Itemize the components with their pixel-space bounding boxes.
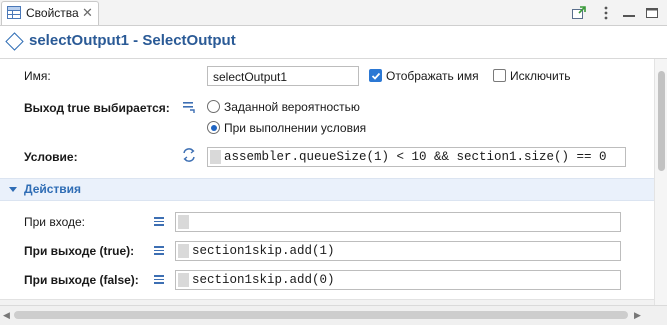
on-enter-code-field[interactable] bbox=[175, 212, 621, 232]
radio-condition-label: При выполнении условия bbox=[224, 121, 367, 135]
chevron-down-icon bbox=[9, 187, 17, 192]
on-exit-true-code: section1skip.add(1) bbox=[192, 244, 335, 258]
select-output-icon bbox=[5, 32, 24, 51]
on-enter-label: При входе: bbox=[24, 215, 85, 229]
on-exit-false-code: section1skip.add(0) bbox=[192, 273, 335, 287]
show-name-checkbox[interactable] bbox=[369, 69, 382, 82]
radio-probability[interactable] bbox=[207, 100, 220, 113]
on-exit-false-code-field[interactable]: section1skip.add(0) bbox=[175, 270, 621, 290]
vertical-scrollbar[interactable] bbox=[654, 59, 667, 305]
code-gutter bbox=[210, 150, 221, 164]
code-gutter bbox=[178, 244, 189, 258]
radio-probability-label: Заданной вероятностью bbox=[224, 100, 360, 114]
condition-code: assembler.queueSize(1) < 10 && section1.… bbox=[224, 150, 607, 164]
close-icon[interactable]: ✕ bbox=[82, 5, 93, 21]
tab-properties[interactable]: Свойства ✕ bbox=[1, 1, 99, 25]
actions-section-header[interactable]: Действия bbox=[0, 178, 654, 201]
code-parameter-icon bbox=[154, 246, 164, 256]
code-gutter bbox=[178, 215, 189, 229]
show-name-label: Отображать имя bbox=[386, 69, 479, 83]
exclude-checkbox[interactable] bbox=[493, 69, 506, 82]
pin-icon[interactable] bbox=[571, 5, 587, 21]
exclude-label: Исключить bbox=[510, 69, 571, 83]
on-exit-true-label: При выходе (true): bbox=[24, 244, 135, 258]
horizontal-scroll-thumb[interactable] bbox=[14, 311, 628, 319]
static-parameter-icon[interactable] bbox=[182, 100, 196, 114]
radio-condition[interactable] bbox=[207, 121, 220, 134]
minimize-icon[interactable] bbox=[621, 5, 637, 21]
name-label: Имя: bbox=[24, 69, 51, 83]
on-exit-true-code-field[interactable]: section1skip.add(1) bbox=[175, 241, 621, 261]
name-input-value: selectOutput1 bbox=[213, 70, 288, 84]
on-exit-false-label: При выходе (false): bbox=[24, 273, 139, 287]
horizontal-scrollbar[interactable]: ◀ ▶ bbox=[0, 305, 667, 325]
name-input[interactable]: selectOutput1 bbox=[207, 66, 359, 86]
tab-title: Свойства bbox=[26, 6, 79, 20]
dynamic-value-icon[interactable] bbox=[181, 147, 197, 163]
maximize-icon[interactable] bbox=[644, 5, 660, 21]
properties-header: selectOutput1 - SelectOutput bbox=[0, 26, 667, 59]
condition-label: Условие: bbox=[24, 150, 78, 164]
more-options-icon[interactable] bbox=[598, 5, 614, 21]
page-title: selectOutput1 - SelectOutput bbox=[29, 32, 236, 49]
code-parameter-icon bbox=[154, 217, 164, 227]
vertical-scroll-thumb[interactable] bbox=[658, 71, 665, 171]
code-gutter bbox=[178, 273, 189, 287]
properties-content: Имя: selectOutput1 Отображать имя Исключ… bbox=[0, 59, 654, 305]
scroll-left-icon[interactable]: ◀ bbox=[3, 310, 10, 321]
code-parameter-icon bbox=[154, 275, 164, 285]
properties-grid-icon bbox=[7, 6, 21, 19]
check-icon bbox=[371, 72, 381, 80]
output-true-label: Выход true выбирается: bbox=[24, 101, 170, 115]
tab-bar: Свойства ✕ bbox=[0, 0, 667, 26]
condition-code-field[interactable]: assembler.queueSize(1) < 10 && section1.… bbox=[207, 147, 626, 167]
scroll-right-icon[interactable]: ▶ bbox=[634, 310, 641, 321]
actions-section-title: Действия bbox=[24, 182, 82, 196]
